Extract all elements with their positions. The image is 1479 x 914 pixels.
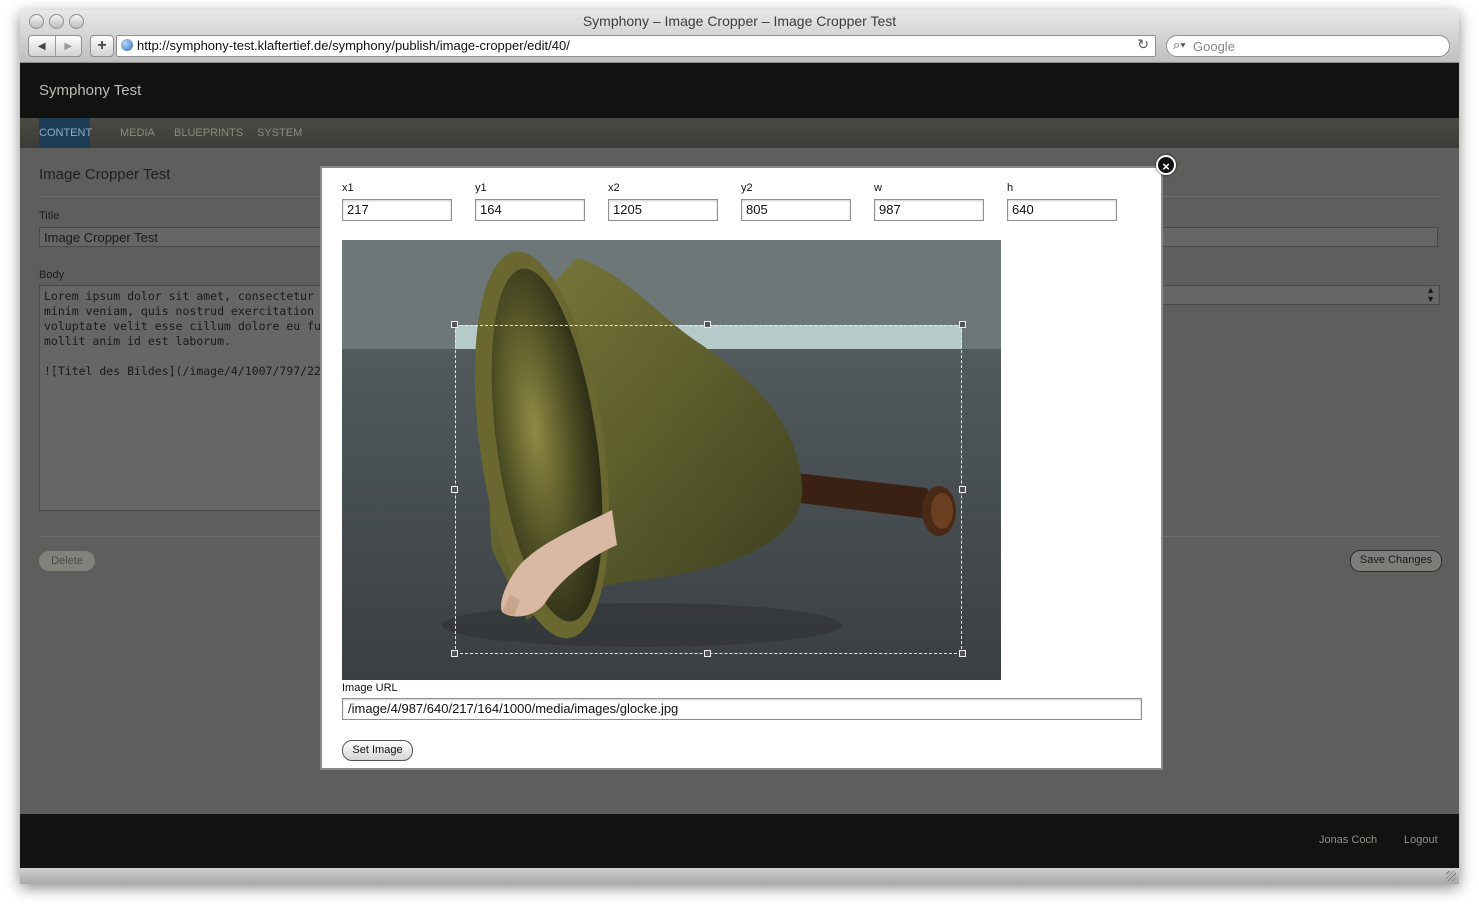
x2-input[interactable]: 1205	[608, 199, 718, 221]
y2-input[interactable]: 805	[741, 199, 851, 221]
delete-button[interactable]: Delete	[39, 551, 95, 571]
search-field[interactable]: ⌕▾ Google	[1166, 35, 1450, 57]
image-url-input[interactable]: /image/4/987/640/217/164/1000/media/imag…	[342, 698, 1142, 720]
save-changes-button[interactable]: Save Changes	[1350, 550, 1442, 572]
page-title: Image Cropper Test	[39, 166, 171, 183]
main-nav: CONTENT MEDIA BLUEPRINTS SYSTEM	[20, 118, 1459, 148]
title-label: Title	[39, 210, 60, 222]
image-url-label: Image URL	[342, 682, 398, 694]
crop-selection[interactable]	[455, 325, 962, 654]
search-icon[interactable]: ⌕▾	[1173, 37, 1186, 53]
crop-handle[interactable]	[959, 486, 966, 493]
globe-icon	[121, 39, 133, 51]
select-arrows-icon: ▲ ▼	[1426, 285, 1435, 304]
select-field[interactable]: ▲ ▼	[1160, 285, 1440, 305]
crop-handle[interactable]	[451, 321, 458, 328]
back-button[interactable]: ◀	[29, 36, 56, 56]
crop-handle[interactable]	[451, 650, 458, 657]
x1-input[interactable]: 217	[342, 199, 452, 221]
crop-handle[interactable]	[704, 650, 711, 657]
y1-label: y1	[475, 182, 487, 194]
image-cropper-dialog: x1 217 y1 164 x2 1205 y2 805 w 987 h 640	[320, 166, 1163, 770]
nav-system[interactable]: SYSTEM	[247, 118, 312, 148]
site-footer: Jonas Coch Logout	[20, 814, 1459, 868]
x1-label: x1	[342, 182, 354, 194]
nav-content[interactable]: CONTENT	[39, 118, 92, 148]
w-label: w	[874, 182, 882, 194]
add-bookmark-button[interactable]: +	[90, 35, 114, 57]
search-placeholder: Google	[1193, 39, 1235, 54]
y1-input[interactable]: 164	[475, 199, 585, 221]
crop-handle[interactable]	[704, 321, 711, 328]
w-input[interactable]: 987	[874, 199, 984, 221]
site-name[interactable]: Symphony Test	[39, 82, 141, 99]
address-text[interactable]: http://symphony-test.klaftertief.de/symp…	[137, 38, 570, 53]
address-bar[interactable]: http://symphony-test.klaftertief.de/symp…	[116, 35, 1156, 57]
x2-label: x2	[608, 182, 620, 194]
reload-icon[interactable]: ↻	[1137, 36, 1149, 53]
h-label: h	[1007, 182, 1014, 194]
window-title: Symphony – Image Cropper – Image Cropper…	[582, 13, 897, 29]
site-header: Symphony Test	[20, 63, 1459, 118]
logout-link[interactable]: Logout	[1404, 834, 1438, 846]
y2-label: y2	[741, 182, 753, 194]
set-image-button[interactable]: Set Image	[342, 740, 413, 761]
h-input[interactable]: 640	[1007, 199, 1117, 221]
user-link[interactable]: Jonas Coch	[1319, 834, 1377, 846]
title-bar: Symphony – Image Cropper – Image Cropper…	[20, 10, 1459, 63]
history-buttons: ◀ ▶	[28, 35, 82, 57]
body-textarea[interactable]: Lorem ipsum dolor sit amet, consectetur …	[39, 285, 329, 511]
nav-blueprints[interactable]: BLUEPRINTS	[164, 118, 253, 148]
crop-handle[interactable]	[959, 650, 966, 657]
nav-media[interactable]: MEDIA	[110, 118, 165, 148]
forward-button[interactable]: ▶	[56, 36, 82, 56]
crop-handle[interactable]	[959, 321, 966, 328]
status-bar	[20, 868, 1459, 884]
body-label: Body	[39, 269, 65, 281]
resize-grip-icon[interactable]	[1446, 871, 1456, 881]
crop-handle[interactable]	[451, 486, 458, 493]
crop-image-area[interactable]	[342, 240, 1001, 680]
close-dialog-icon[interactable]: ×	[1156, 155, 1176, 175]
